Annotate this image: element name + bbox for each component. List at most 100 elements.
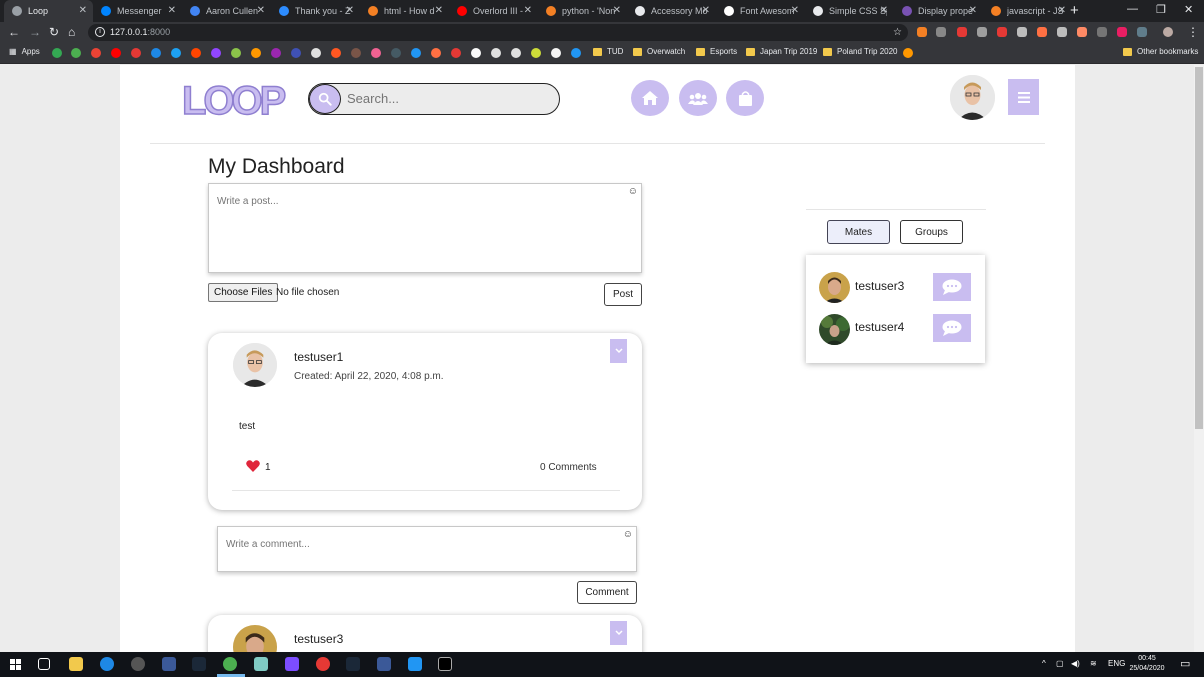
app-icon[interactable] (316, 657, 330, 671)
search-input[interactable] (347, 91, 547, 106)
bookmark-star-icon[interactable]: ☆ (893, 24, 902, 41)
app-icon[interactable] (377, 657, 391, 671)
browser-tab[interactable]: Overlord III - ✕ (449, 0, 538, 22)
extension-icon[interactable] (936, 27, 946, 37)
bookmark-icon[interactable] (351, 48, 361, 58)
new-tab-button[interactable]: + (1070, 2, 1079, 19)
bookmark-icon[interactable] (171, 48, 181, 58)
tab-close-icon[interactable]: ✕ (168, 5, 176, 16)
home-button[interactable]: ⌂ (68, 25, 75, 39)
mate-avatar[interactable] (819, 314, 850, 345)
browser-tab[interactable]: python - 'Non ✕ (538, 0, 627, 22)
bookmark-icon[interactable] (271, 48, 281, 58)
tray-chevron-icon[interactable]: ^ (1042, 659, 1046, 668)
tray-icon[interactable]: ▢ (1056, 659, 1064, 668)
bookmark-folder[interactable]: Poland Trip 2020 (823, 47, 898, 56)
notifications-icon[interactable]: ▭ (1180, 657, 1190, 670)
browser-tab[interactable]: Font Awesom ✕ (716, 0, 805, 22)
language-indicator[interactable]: ENG (1108, 659, 1125, 668)
browser-tab[interactable]: javascript - JS ✕ (983, 0, 1072, 22)
bookmark-icon[interactable] (251, 48, 261, 58)
comments-link[interactable]: 0 Comments (540, 462, 597, 473)
post-author-name[interactable]: testuser3 (294, 632, 343, 646)
like-button[interactable] (246, 459, 260, 477)
post-textarea[interactable] (209, 184, 641, 272)
extension-icon[interactable] (977, 27, 987, 37)
file-explorer-icon[interactable] (69, 657, 83, 671)
tab-close-icon[interactable]: ✕ (880, 5, 888, 16)
bookmark-icon[interactable] (111, 48, 121, 58)
post-author-avatar[interactable] (233, 625, 277, 652)
extension-icon[interactable] (1077, 27, 1087, 37)
extension-icon[interactable] (1037, 27, 1047, 37)
extension-icon[interactable] (997, 27, 1007, 37)
bookmark-icon[interactable] (551, 48, 561, 58)
bookmark-folder[interactable]: Japan Trip 2019 (746, 47, 817, 56)
mate-avatar[interactable] (819, 272, 850, 303)
discord-icon[interactable] (285, 657, 299, 671)
app-icon[interactable] (162, 657, 176, 671)
forward-button[interactable]: → (29, 25, 41, 39)
bookmark-icon[interactable] (451, 48, 461, 58)
taskbar-clock[interactable]: 00:45 25/04/2020 (1125, 654, 1169, 674)
scrollbar-thumb[interactable] (1195, 67, 1203, 429)
bookmark-folder[interactable]: Overwatch (633, 47, 685, 56)
bookmark-icon[interactable] (903, 48, 913, 58)
extension-icon[interactable] (1097, 27, 1107, 37)
minimize-button[interactable]: — (1127, 3, 1138, 15)
tab-close-icon[interactable]: ✕ (346, 5, 354, 16)
bookmark-icon[interactable] (151, 48, 161, 58)
tab-close-icon[interactable]: ✕ (79, 5, 87, 16)
mate-name[interactable]: testuser3 (855, 279, 904, 293)
comment-textarea[interactable] (218, 527, 636, 571)
bookmark-apps[interactable]: ▦ Apps (9, 47, 40, 56)
tab-close-icon[interactable]: ✕ (791, 5, 799, 16)
tab-close-icon[interactable]: ✕ (1058, 5, 1066, 16)
back-button[interactable]: ← (8, 25, 20, 39)
bookmark-icon[interactable] (491, 48, 501, 58)
extension-icon[interactable] (1057, 27, 1067, 37)
bookmark-icon[interactable] (52, 48, 62, 58)
steam-icon[interactable] (192, 657, 206, 671)
steam-icon[interactable] (346, 657, 360, 671)
info-icon[interactable]: i (95, 27, 105, 37)
windows-start-icon[interactable] (10, 659, 21, 670)
post-button[interactable]: Post (604, 283, 642, 306)
browser-tab[interactable]: html - How d ✕ (360, 0, 449, 22)
bookmark-icon[interactable] (371, 48, 381, 58)
app-icon[interactable] (131, 657, 145, 671)
choose-files-button[interactable]: Choose Files (208, 283, 279, 302)
shop-nav-button[interactable] (726, 80, 764, 116)
bookmark-icon[interactable] (411, 48, 421, 58)
vscode-icon[interactable] (408, 657, 422, 671)
kebab-menu-icon[interactable]: ⋮ (1187, 25, 1199, 39)
search-button[interactable] (309, 84, 341, 114)
restore-button[interactable]: ❐ (1156, 3, 1166, 16)
bookmark-icon[interactable] (71, 48, 81, 58)
bookmark-icon[interactable] (91, 48, 101, 58)
bookmark-icon[interactable] (211, 48, 221, 58)
tab-groups[interactable]: Groups (900, 220, 963, 244)
bookmark-icon[interactable] (191, 48, 201, 58)
bookmark-icon[interactable] (291, 48, 301, 58)
menu-button[interactable] (1008, 79, 1039, 115)
post-author-avatar[interactable] (233, 343, 277, 387)
terminal-icon[interactable] (438, 657, 452, 671)
bookmark-icon[interactable] (571, 48, 581, 58)
chrome-icon[interactable] (223, 657, 237, 671)
tab-close-icon[interactable]: ✕ (613, 5, 621, 16)
friends-nav-button[interactable] (679, 80, 717, 116)
browser-tab[interactable]: Messenger ✕ (93, 0, 182, 22)
bookmark-icon[interactable] (311, 48, 321, 58)
extension-icon[interactable] (1017, 27, 1027, 37)
chat-button[interactable] (933, 314, 971, 342)
post-author-name[interactable]: testuser1 (294, 350, 343, 364)
extension-icon[interactable] (1117, 27, 1127, 37)
browser-tab[interactable]: Aaron Cullen ✕ (182, 0, 271, 22)
tab-close-icon[interactable]: ✕ (702, 5, 710, 16)
address-bar[interactable]: i 127.0.0.1:8000 ☆ (88, 24, 908, 41)
browser-tab[interactable]: Loop ✕ (4, 0, 93, 22)
browser-tab[interactable]: Thank you - Z ✕ (271, 0, 360, 22)
reload-button[interactable]: ↻ (49, 25, 59, 39)
profile-avatar[interactable] (950, 75, 995, 120)
